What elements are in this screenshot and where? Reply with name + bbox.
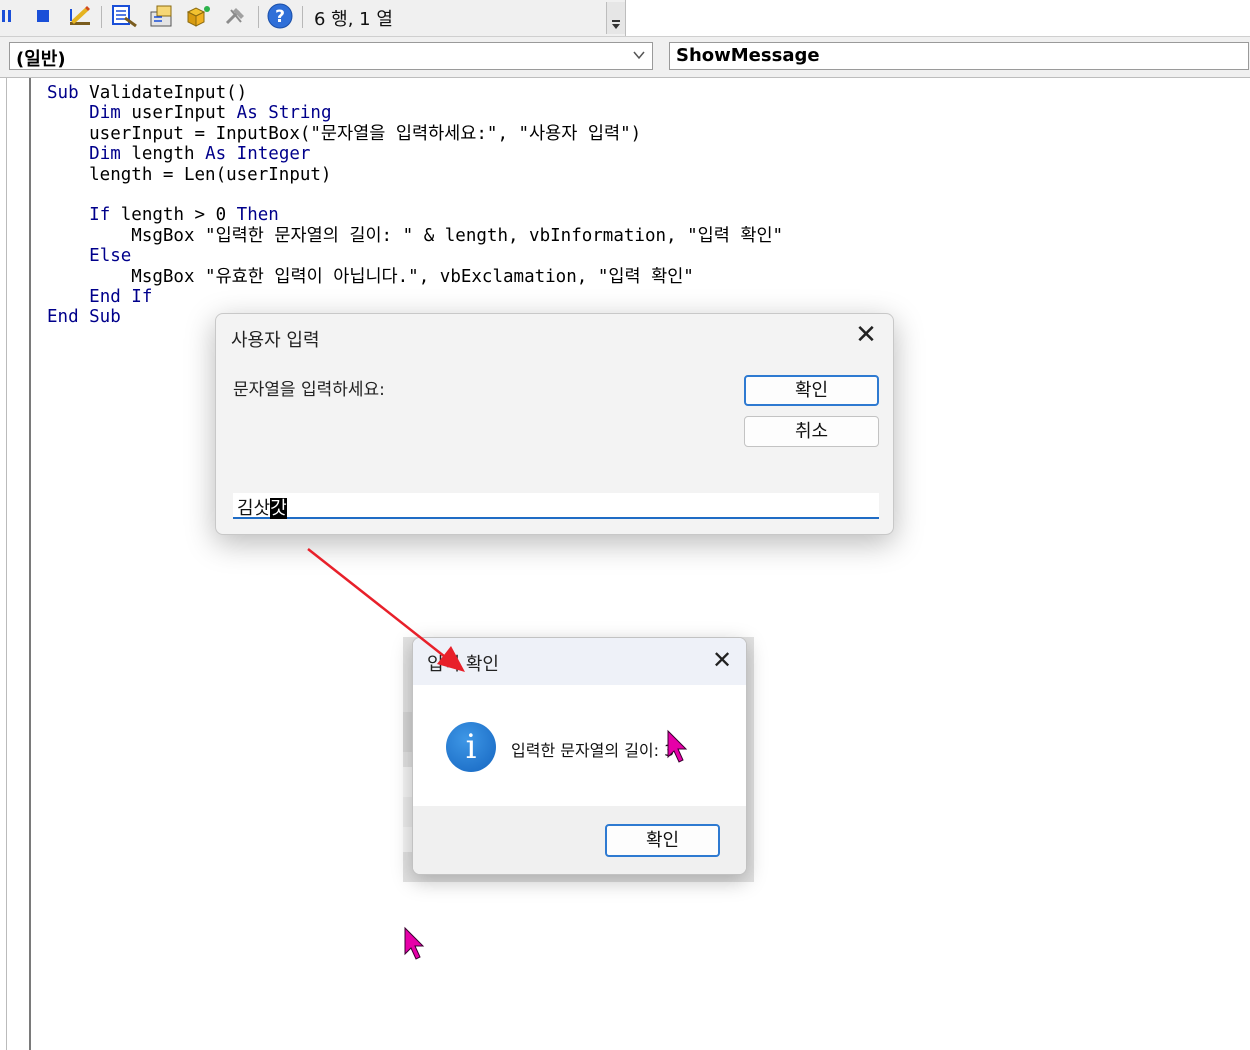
code-text: length > 0 — [120, 205, 237, 226]
help-icon[interactable]: ? — [265, 3, 295, 29]
code-keyword: End If — [89, 286, 153, 307]
stop-icon[interactable] — [31, 4, 55, 28]
properties-icon[interactable] — [146, 4, 176, 28]
close-icon[interactable]: ✕ — [708, 646, 736, 674]
code-text: userInput = InputBox("문자열을 입력하세요:", "사용자… — [47, 123, 642, 144]
info-icon: i — [446, 722, 496, 772]
input-value-text: 김삿 — [237, 498, 271, 519]
toolbox-icon[interactable] — [221, 4, 251, 28]
msgbox-message: 입력한 문자열의 길이: 3 — [511, 741, 675, 760]
code-keyword: As Integer — [205, 144, 311, 165]
code-editor[interactable]: Sub ValidateInput() Dim userInput As Str… — [47, 83, 783, 328]
code-keyword: Dim — [89, 144, 132, 165]
code-line[interactable]: Dim length As Integer — [47, 144, 783, 164]
mouse-cursor-icon — [404, 926, 425, 960]
code-keyword: If — [89, 205, 121, 226]
code-line[interactable]: If length > 0 Then — [47, 205, 783, 225]
procedure-dropdown[interactable]: ShowMessage — [669, 42, 1249, 70]
input-composing-char: 갓 — [270, 498, 287, 519]
project-explorer-icon[interactable] — [109, 4, 139, 28]
chevron-down-icon[interactable] — [632, 47, 646, 66]
code-text: MsgBox "유효한 입력이 아닙니다.", vbExclamation, "… — [47, 266, 694, 287]
toolbar-overflow-chevron[interactable] — [606, 2, 625, 34]
toolbar-empty-area — [625, 0, 1250, 36]
procedure-dropdown-value: ShowMessage — [676, 45, 820, 66]
msgbox-title: 입력 확인 — [427, 654, 499, 675]
code-line[interactable]: Sub ValidateInput() — [47, 83, 783, 103]
svg-text:?: ? — [275, 7, 285, 27]
code-line[interactable]: MsgBox "입력한 문자열의 길이: " & length, vbInfor… — [47, 226, 783, 246]
msgbox-dialog: 입력 확인 ✕ i 입력한 문자열의 길이: 3 확인 — [412, 637, 747, 875]
cancel-button[interactable]: 취소 — [744, 416, 879, 447]
code-line[interactable]: End If — [47, 287, 783, 307]
object-browser-icon[interactable] — [183, 4, 213, 28]
inputbox-dialog: 사용자 입력 ✕ 문자열을 입력하세요: 확인 취소 김삿갓 — [215, 313, 894, 535]
code-text: MsgBox "입력한 문자열의 길이: " & length, vbInfor… — [47, 225, 784, 246]
code-text: length = Len(userInput) — [47, 164, 332, 185]
inputbox-title: 사용자 입력 — [231, 330, 320, 351]
standard-toolbar: ? 6 행, 1 열 — [0, 0, 1250, 37]
code-window-header: (일반) ShowMessage — [0, 37, 1250, 78]
ok-button[interactable]: 확인 — [605, 824, 720, 857]
code-line[interactable]: userInput = InputBox("문자열을 입력하세요:", "사용자… — [47, 124, 783, 144]
code-line[interactable]: length = Len(userInput) — [47, 165, 783, 185]
code-keyword: Else — [89, 246, 132, 267]
code-keyword: As String — [236, 103, 332, 124]
close-icon[interactable]: ✕ — [851, 320, 881, 350]
object-dropdown-value: (일반) — [16, 49, 66, 70]
ok-button[interactable]: 확인 — [744, 375, 879, 406]
cursor-position-readout: 6 행, 1 열 — [314, 9, 393, 30]
margin-indicator-bar[interactable] — [0, 78, 31, 1050]
design-mode-icon[interactable] — [66, 4, 94, 28]
code-line[interactable] — [47, 185, 783, 205]
code-keyword: End Sub — [47, 307, 121, 328]
object-dropdown[interactable]: (일반) — [9, 42, 653, 70]
inputbox-text-field[interactable]: 김삿갓 — [233, 493, 879, 519]
inputbox-prompt: 문자열을 입력하세요: — [233, 380, 385, 400]
code-keyword: Sub — [47, 83, 90, 103]
code-line[interactable]: Else — [47, 246, 783, 266]
code-text: userInput — [131, 103, 237, 124]
code-keyword: Dim — [89, 103, 132, 124]
code-keyword: Then — [236, 205, 279, 226]
code-line[interactable]: MsgBox "유효한 입력이 아닙니다.", vbExclamation, "… — [47, 267, 783, 287]
code-text: length — [131, 144, 206, 165]
code-text: ValidateInput() — [89, 83, 248, 103]
pause-icon[interactable] — [0, 4, 14, 28]
code-line[interactable]: Dim userInput As String — [47, 103, 783, 123]
